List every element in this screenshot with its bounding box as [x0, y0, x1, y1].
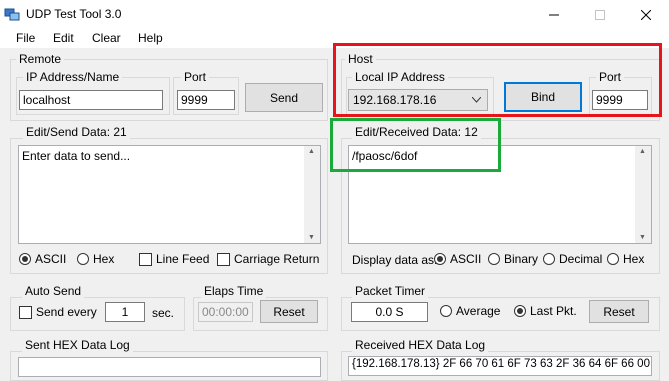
received-data-scrollbar[interactable]: ▲ ▼ — [635, 146, 651, 243]
received-hex-log-title: Received HEX Data Log — [352, 338, 489, 352]
checkbox-icon — [139, 252, 152, 266]
send-data-scrollbar[interactable]: ▲ ▼ — [304, 146, 320, 243]
radio-selected-icon — [434, 253, 446, 265]
received-hex-log-line: {192.168.178.13} 2F 66 70 61 6F 73 63 2F… — [352, 358, 650, 370]
recv-binary-label: Binary — [504, 252, 539, 266]
send-every-label: Send every — [36, 305, 97, 319]
remote-title: Remote — [16, 52, 65, 66]
packet-reset-button[interactable]: Reset — [589, 300, 649, 323]
send-interval-input[interactable]: 1 — [105, 302, 145, 322]
recv-hex-label: Hex — [623, 252, 645, 266]
send-hex-option[interactable]: Hex — [77, 252, 114, 266]
ip-address-label: IP Address/Name — [23, 70, 123, 84]
average-label: Average — [456, 304, 501, 318]
send-button[interactable]: Send — [245, 83, 323, 112]
send-ascii-label: ASCII — [35, 252, 67, 266]
elaps-time-display: 00:00:00 — [198, 302, 253, 322]
radio-selected-icon — [19, 253, 31, 265]
recv-decimal-label: Decimal — [559, 252, 603, 266]
carriage-return-checkbox[interactable]: Carriage Return — [217, 252, 319, 266]
elaps-reset-button[interactable]: Reset — [260, 300, 318, 323]
scroll-up-icon[interactable]: ▲ — [639, 148, 646, 155]
line-feed-label: Line Feed — [156, 252, 210, 266]
send-data-title: Edit/Send Data: 21 — [23, 125, 130, 139]
menu-help[interactable]: Help — [138, 31, 163, 45]
scroll-up-icon[interactable]: ▲ — [308, 148, 315, 155]
menu-file[interactable]: File — [16, 31, 35, 45]
window-title: UDP Test Tool 3.0 — [26, 7, 122, 21]
recv-binary-option[interactable]: Binary — [488, 252, 538, 266]
packet-timer-title: Packet Timer — [352, 284, 429, 298]
radio-selected-icon — [514, 305, 526, 317]
menu-clear[interactable]: Clear — [92, 31, 121, 45]
green-highlight-box — [330, 118, 501, 172]
scroll-down-icon[interactable]: ▼ — [639, 234, 646, 241]
received-hex-log-textarea[interactable]: {192.168.178.13} 2F 66 70 61 6F 73 63 2F… — [348, 356, 652, 376]
close-icon — [641, 9, 651, 20]
sent-hex-log-textarea[interactable] — [18, 357, 321, 377]
send-hex-label: Hex — [93, 252, 115, 266]
send-data-text: Enter data to send... — [22, 149, 131, 163]
sent-hex-log-title: Sent HEX Data Log — [22, 338, 133, 352]
recv-decimal-option[interactable]: Decimal — [543, 252, 602, 266]
send-interval-unit: sec. — [152, 306, 175, 320]
recv-hex-option[interactable]: Hex — [607, 252, 644, 266]
last-packet-option[interactable]: Last Pkt. — [514, 304, 577, 318]
auto-send-title: Auto Send — [22, 284, 85, 298]
send-every-checkbox[interactable]: Send every — [19, 305, 97, 319]
minimize-icon — [549, 14, 559, 15]
packet-timer-display: 0.0 S — [351, 302, 428, 322]
carriage-return-label: Carriage Return — [234, 252, 320, 266]
minimize-button[interactable] — [531, 0, 577, 29]
close-button[interactable] — [623, 0, 669, 29]
line-feed-checkbox[interactable]: Line Feed — [139, 252, 209, 266]
remote-port-input[interactable]: 9999 — [177, 90, 235, 110]
radio-icon — [440, 305, 452, 317]
maximize-button[interactable] — [577, 0, 623, 29]
app-icon — [4, 8, 20, 21]
checkbox-icon — [19, 305, 32, 319]
last-packet-label: Last Pkt. — [530, 304, 577, 318]
radio-icon — [488, 253, 500, 265]
scroll-down-icon[interactable]: ▼ — [308, 234, 315, 241]
elaps-time-title: Elaps Time — [201, 284, 267, 298]
send-data-textarea[interactable]: Enter data to send... ▲ ▼ — [18, 145, 321, 244]
checkbox-icon — [217, 252, 230, 266]
recv-ascii-option[interactable]: ASCII — [434, 252, 481, 266]
remote-ip-input[interactable]: localhost — [19, 90, 163, 110]
remote-port-label: Port — [181, 70, 210, 84]
red-highlight-box — [333, 43, 662, 117]
send-ascii-option[interactable]: ASCII — [19, 252, 66, 266]
average-option[interactable]: Average — [440, 304, 500, 318]
maximize-icon — [595, 9, 605, 20]
radio-icon — [543, 253, 555, 265]
radio-icon — [607, 253, 619, 265]
recv-ascii-label: ASCII — [450, 252, 482, 266]
radio-icon — [77, 253, 89, 265]
display-data-label: Display data as: — [352, 253, 438, 267]
menu-edit[interactable]: Edit — [53, 31, 74, 45]
